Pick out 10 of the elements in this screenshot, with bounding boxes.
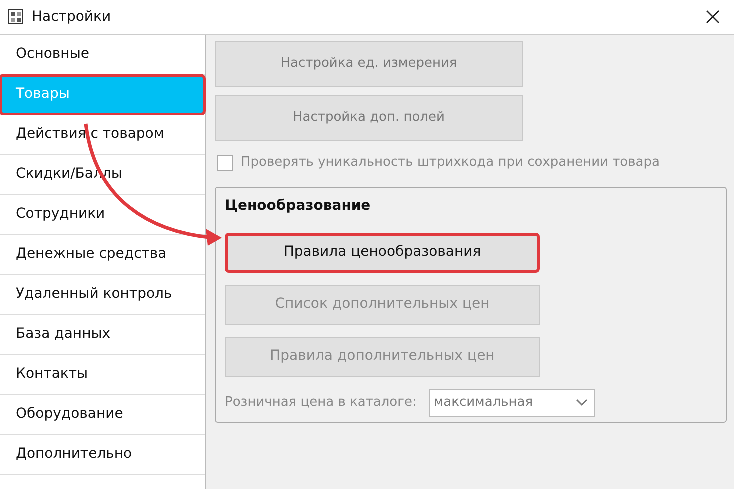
window-title: Настройки: [32, 8, 112, 26]
checkbox[interactable]: [217, 154, 233, 171]
close-icon[interactable]: [706, 10, 720, 24]
catalog-price-label: Розничная цена в каталоге:: [225, 394, 417, 412]
chevron-down-icon: [576, 398, 588, 406]
group-title: Ценообразование: [225, 196, 372, 216]
checkbox-label: Проверять уникальность штрихкода при сохранении товара: [241, 154, 660, 172]
app-icon: [8, 9, 24, 25]
price-dropdown[interactable]: максимальная: [428, 388, 595, 416]
pricing-button[interactable]: Правила ценообразования: [225, 232, 540, 272]
